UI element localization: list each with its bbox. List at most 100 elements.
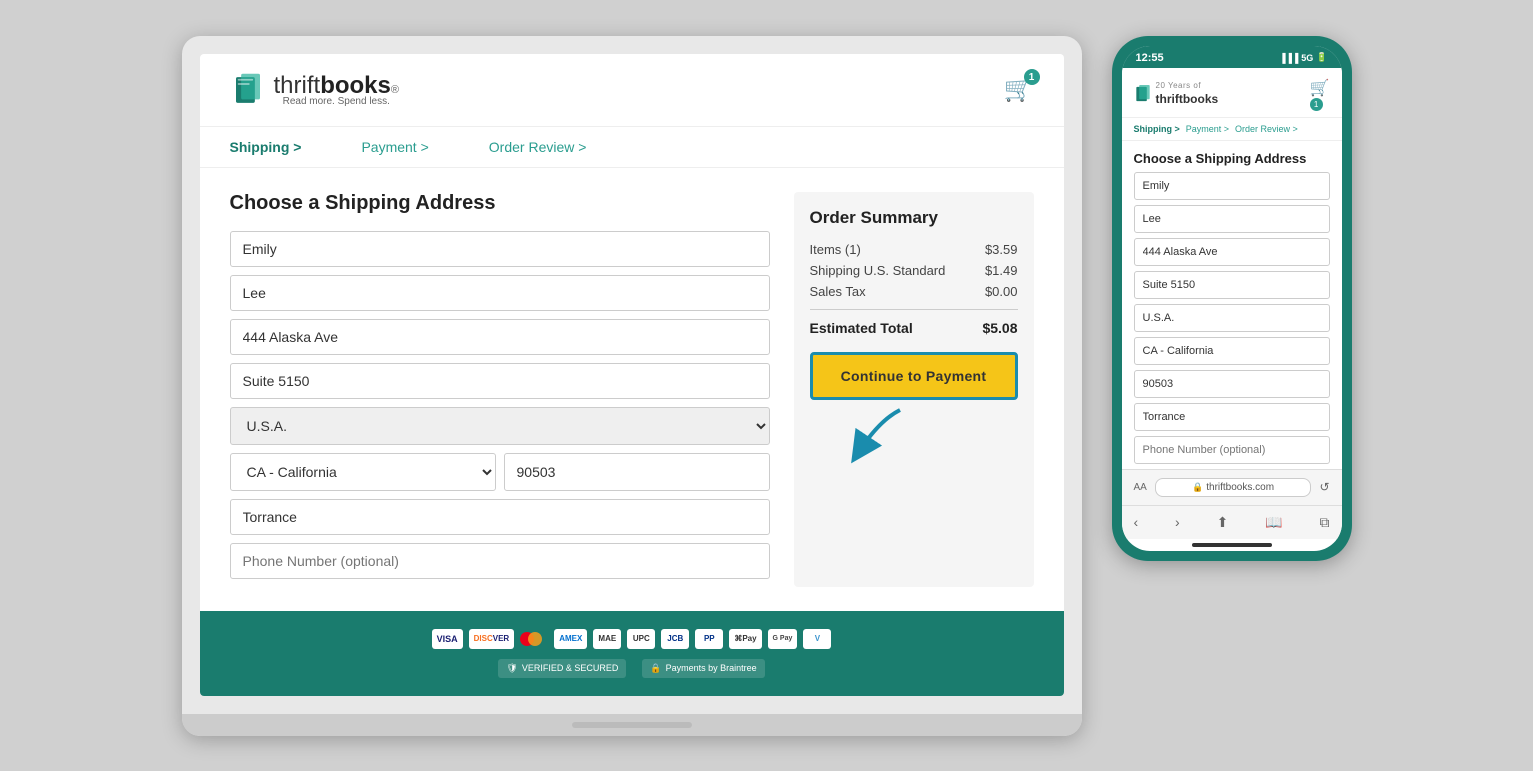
order-tax-line: Sales Tax $0.00 xyxy=(810,284,1018,299)
laptop-base xyxy=(182,714,1082,736)
phone-city-input[interactable] xyxy=(1134,403,1330,431)
main-content: Choose a Shipping Address U.S.A. CA - Ca… xyxy=(200,168,1064,611)
phone-state-input[interactable] xyxy=(1134,337,1330,365)
address2-input[interactable] xyxy=(230,363,770,399)
tax-value: $0.00 xyxy=(985,284,1018,299)
phone-frame-wrapper: 12:55 ▐▐▐ 5G 🔋 20 Y xyxy=(1112,36,1352,561)
phone-home-indicator xyxy=(1192,543,1272,547)
phone-bc-order-review[interactable]: Order Review > xyxy=(1235,124,1298,134)
phone-status-right: ▐▐▐ 5G 🔋 xyxy=(1279,52,1327,63)
braintree-badge: 🔒 Payments by Braintree xyxy=(642,659,764,678)
items-label: Items (1) xyxy=(810,242,861,257)
site-footer: VISA DISCVER AMEX MAE UPC JCB PP ⌘Pay G … xyxy=(200,611,1064,696)
order-divider xyxy=(810,309,1018,310)
phone-input[interactable] xyxy=(230,543,770,579)
breadcrumb-shipping[interactable]: Shipping > xyxy=(230,139,302,155)
applepay-icon: ⌘Pay xyxy=(729,629,761,649)
items-value: $3.59 xyxy=(985,242,1018,257)
signal-icon: ▐▐▐ xyxy=(1279,53,1298,63)
logo-registered: ® xyxy=(391,84,399,96)
phone-zip-input[interactable] xyxy=(1134,370,1330,398)
amex-icon: AMEX xyxy=(554,629,587,649)
shipping-form: Choose a Shipping Address U.S.A. CA - Ca… xyxy=(230,192,770,587)
jcb-icon: JCB xyxy=(661,629,689,649)
tax-label: Sales Tax xyxy=(810,284,866,299)
phone-header: 20 Years of thriftbooks 🛒 1 xyxy=(1122,68,1342,118)
laptop-frame: thrift books ® Read more. Spend less. 🛒 … xyxy=(182,36,1082,736)
logo-book-icon xyxy=(230,72,266,108)
phone-forward-button[interactable]: › xyxy=(1175,514,1180,530)
phone-tabs-button[interactable]: ⧉ xyxy=(1319,514,1329,531)
phone-lock-icon: 🔒 xyxy=(1192,482,1203,492)
continue-to-payment-button[interactable]: Continue to Payment xyxy=(810,352,1018,400)
phone-phone-input[interactable] xyxy=(1134,436,1330,464)
order-total-line: Estimated Total $5.08 xyxy=(810,320,1018,336)
phone-address-bar: AA 🔒 thriftbooks.com ↺ xyxy=(1122,469,1342,505)
shipping-label: Shipping U.S. Standard xyxy=(810,263,946,278)
phone-last-name-input[interactable] xyxy=(1134,205,1330,233)
phone-cart-icon: 🛒 xyxy=(1310,80,1330,97)
city-input[interactable] xyxy=(230,499,770,535)
first-name-input[interactable] xyxy=(230,231,770,267)
phone-back-button[interactable]: ‹ xyxy=(1134,514,1139,530)
breadcrumb-nav: Shipping > Payment > Order Review > xyxy=(200,127,1064,168)
phone-aa-button[interactable]: AA xyxy=(1134,482,1147,493)
lock-icon: 🔒 xyxy=(650,663,661,674)
phone-refresh-icon[interactable]: ↺ xyxy=(1319,480,1329,494)
security-badges: 🛡 VERIFIED & SECURED 🔒 Payments by Brain… xyxy=(230,659,1034,678)
logo-tagline: Read more. Spend less. xyxy=(274,96,399,107)
state-zip-row: CA - California xyxy=(230,453,770,491)
total-value: $5.08 xyxy=(982,320,1017,336)
phone-cart[interactable]: 🛒 1 xyxy=(1310,78,1330,111)
last-name-input[interactable] xyxy=(230,275,770,311)
arrow-icon xyxy=(820,400,920,470)
venmo-icon: V xyxy=(803,629,831,649)
address1-input[interactable] xyxy=(230,319,770,355)
payment-icons: VISA DISCVER AMEX MAE UPC JCB PP ⌘Pay G … xyxy=(230,629,1034,649)
phone-logo-text: thriftbooks xyxy=(1156,92,1219,106)
phone-share-button[interactable]: ⬆ xyxy=(1217,514,1229,531)
phone-first-name-input[interactable] xyxy=(1134,172,1330,200)
order-items-line: Items (1) $3.59 xyxy=(810,242,1018,257)
arrow-annotation xyxy=(810,400,1018,480)
phone-breadcrumb: Shipping > Payment > Order Review > xyxy=(1122,118,1342,141)
phone-cart-badge: 1 xyxy=(1310,98,1323,111)
country-select[interactable]: U.S.A. xyxy=(230,407,770,445)
battery-icon: 🔋 xyxy=(1316,52,1327,63)
breadcrumb-order-review[interactable]: Order Review > xyxy=(489,139,587,155)
maestro-icon: MAE xyxy=(593,629,621,649)
phone-address1-input[interactable] xyxy=(1134,238,1330,266)
state-select[interactable]: CA - California xyxy=(230,453,496,491)
phone-form xyxy=(1122,172,1342,469)
phone-form-title: Choose a Shipping Address xyxy=(1122,141,1342,172)
shipping-value: $1.49 xyxy=(985,263,1018,278)
phone-logo-icon xyxy=(1134,84,1152,104)
phone-url: thriftbooks.com xyxy=(1206,482,1274,493)
logo-area: thrift books ® Read more. Spend less. xyxy=(230,72,399,108)
discover-icon: DISCVER xyxy=(469,629,515,649)
phone-nav-bar: ‹ › ⬆ 📖 ⧉ xyxy=(1122,505,1342,539)
phone-address2-input[interactable] xyxy=(1134,271,1330,299)
cart-badge: 1 xyxy=(1024,69,1040,85)
upc-icon: UPC xyxy=(627,629,655,649)
braintree-text: Payments by Braintree xyxy=(666,663,757,673)
form-title: Choose a Shipping Address xyxy=(230,192,770,215)
cart-area[interactable]: 🛒 1 xyxy=(1004,75,1034,104)
phone-country-input[interactable] xyxy=(1134,304,1330,332)
googlepay-icon: G Pay xyxy=(768,629,798,649)
phone-status-bar: 12:55 ▐▐▐ 5G 🔋 xyxy=(1122,46,1342,68)
paypal-icon: PP xyxy=(695,629,723,649)
breadcrumb-payment[interactable]: Payment > xyxy=(361,139,428,155)
order-summary-title: Order Summary xyxy=(810,208,1018,228)
phone-bc-shipping[interactable]: Shipping > xyxy=(1134,124,1180,134)
network-icon: 5G xyxy=(1301,53,1313,63)
phone-bookmark-button[interactable]: 📖 xyxy=(1265,514,1282,531)
order-shipping-line: Shipping U.S. Standard $1.49 xyxy=(810,263,1018,278)
phone-logo-area: 20 Years of thriftbooks xyxy=(1134,81,1219,108)
phone-bc-payment[interactable]: Payment > xyxy=(1186,124,1229,134)
verified-badge: 🛡 VERIFIED & SECURED xyxy=(498,659,626,678)
phone-time: 12:55 xyxy=(1136,52,1164,64)
zip-input[interactable] xyxy=(504,453,770,491)
phone-frame: 12:55 ▐▐▐ 5G 🔋 20 Y xyxy=(1112,36,1352,561)
visa-icon: VISA xyxy=(432,629,463,649)
